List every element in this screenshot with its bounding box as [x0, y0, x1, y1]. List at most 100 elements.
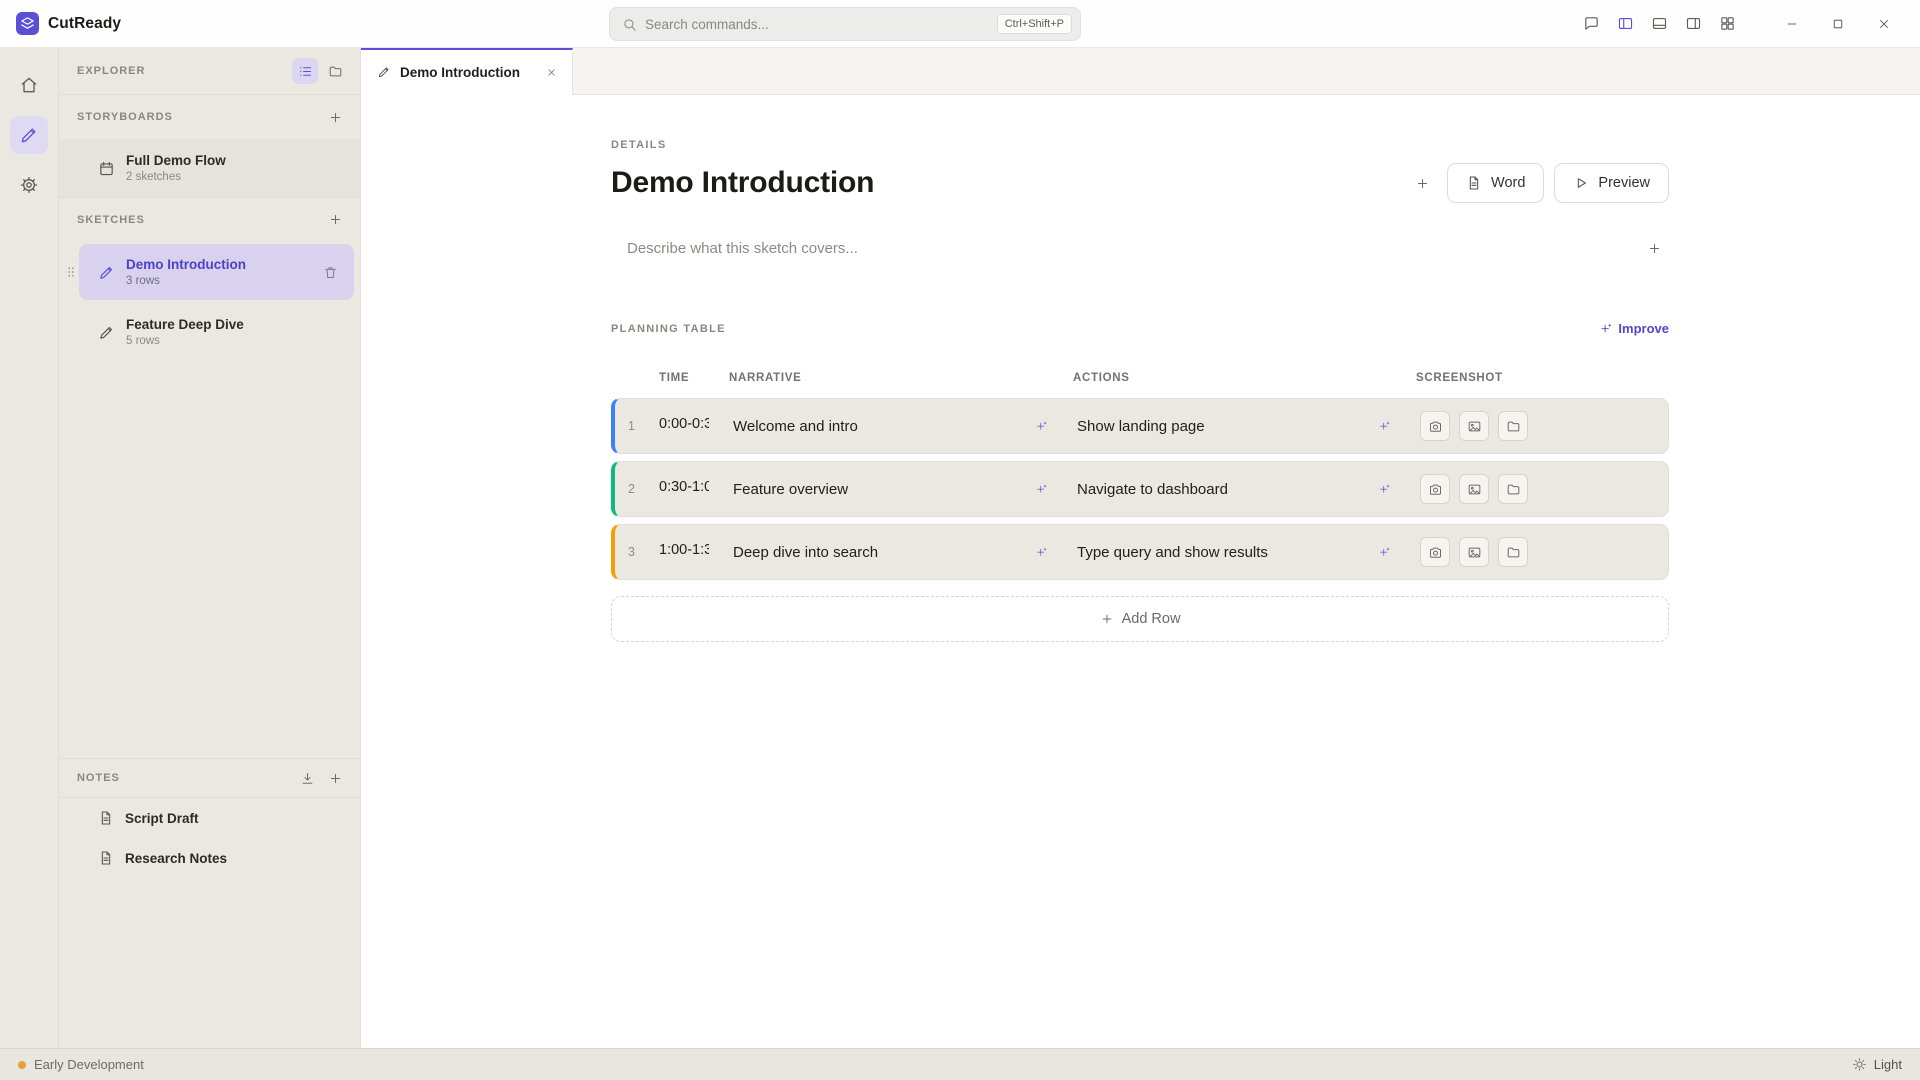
export-word-button[interactable]: Word: [1447, 163, 1544, 203]
close-icon: [546, 67, 557, 78]
ai-suggest-button[interactable]: [1374, 479, 1394, 499]
download-notes-button[interactable]: [294, 765, 320, 791]
delete-sketch-button[interactable]: [316, 258, 344, 286]
time-cell[interactable]: 0:00-0:30: [659, 416, 733, 436]
actions-cell[interactable]: Navigate to dashboard: [1077, 479, 1420, 499]
note-item[interactable]: Research Notes: [59, 838, 360, 878]
folder-icon: [1506, 482, 1521, 497]
main-panel: Demo Introduction DETAILS Demo Introduct…: [361, 48, 1920, 1048]
maximize-button[interactable]: [1818, 8, 1858, 40]
actions-cell[interactable]: Show landing page: [1077, 416, 1420, 436]
pick-image-button[interactable]: [1459, 537, 1489, 567]
column-header-time: TIME: [655, 372, 729, 384]
play-icon: [1573, 175, 1589, 191]
browse-files-button[interactable]: [1498, 474, 1528, 504]
toggle-left-panel-button[interactable]: [1610, 9, 1640, 39]
add-storyboard-button[interactable]: [322, 104, 348, 130]
document-icon: [98, 850, 114, 866]
screenshot-cell: [1420, 537, 1668, 567]
list-icon: [298, 64, 313, 79]
column-header-actions: ACTIONS: [1073, 372, 1416, 384]
page-title: Demo Introduction: [611, 166, 874, 200]
minimize-button[interactable]: [1772, 8, 1812, 40]
narrative-text: Welcome and intro: [733, 418, 858, 435]
topbar-right: [1576, 8, 1904, 40]
drag-handle-icon[interactable]: [64, 261, 78, 283]
sketch-title: Feature Deep Dive: [126, 317, 244, 332]
browse-files-button[interactable]: [1498, 411, 1528, 441]
time-cell[interactable]: 0:30-1:00: [659, 479, 733, 499]
home-icon: [19, 75, 39, 95]
rail-item-settings[interactable]: [10, 166, 48, 204]
narrative-cell[interactable]: Welcome and intro: [733, 416, 1077, 436]
toggle-bottom-panel-button[interactable]: [1644, 9, 1674, 39]
grid-icon: [1719, 15, 1736, 32]
image-icon: [1467, 419, 1482, 434]
rail-item-home[interactable]: [10, 66, 48, 104]
actions-text: Navigate to dashboard: [1077, 481, 1228, 498]
add-description-button[interactable]: [1639, 233, 1669, 263]
tab-close-button[interactable]: [540, 61, 562, 83]
sparkle-plus-icon: [1035, 420, 1048, 433]
add-sketch-button[interactable]: [322, 207, 348, 233]
widgets-button[interactable]: [1712, 9, 1742, 39]
add-note-button[interactable]: [322, 765, 348, 791]
pencil-icon: [98, 264, 115, 281]
column-header-screenshot: SCREENSHOT: [1416, 372, 1669, 384]
command-search[interactable]: Ctrl+Shift+P: [609, 7, 1081, 41]
panel-bottom-icon: [1651, 15, 1668, 32]
sun-icon: [1852, 1057, 1867, 1072]
app-title: CutReady: [48, 15, 121, 33]
list-view-button[interactable]: [292, 58, 318, 84]
ai-suggest-button[interactable]: [1031, 479, 1051, 499]
sketch-item-selected[interactable]: Demo Introduction 3 rows: [79, 244, 354, 300]
explorer-sidebar: EXPLORER STORYBOARDS Full Demo Flow 2 sk…: [59, 48, 361, 1048]
preview-button[interactable]: Preview: [1554, 163, 1669, 203]
ai-suggest-button[interactable]: [1374, 416, 1394, 436]
app-window: CutReady Ctrl+Shift+P: [0, 0, 1920, 1080]
capture-screenshot-button[interactable]: [1420, 537, 1450, 567]
pick-image-button[interactable]: [1459, 474, 1489, 504]
status-bar: Early Development Light: [0, 1048, 1920, 1080]
theme-toggle[interactable]: Light: [1852, 1057, 1902, 1072]
ai-suggest-button[interactable]: [1031, 416, 1051, 436]
tab-demo-introduction[interactable]: Demo Introduction: [361, 48, 573, 95]
folder-icon: [1506, 419, 1521, 434]
sketch-item[interactable]: Feature Deep Dive 5 rows: [59, 303, 360, 361]
time-cell[interactable]: 1:00-1:30: [659, 542, 733, 562]
plus-icon: [328, 212, 343, 227]
storyboard-title: Full Demo Flow: [126, 153, 226, 168]
close-button[interactable]: [1864, 8, 1904, 40]
ai-suggest-button[interactable]: [1374, 542, 1394, 562]
ai-suggest-button[interactable]: [1031, 542, 1051, 562]
toggle-right-panel-button[interactable]: [1678, 9, 1708, 39]
sketch-subtitle: 5 rows: [126, 335, 244, 347]
editor-content: DETAILS Demo Introduction Word Previe: [361, 95, 1920, 1048]
planning-table-label: PLANNING TABLE: [611, 323, 726, 335]
rail-item-sketches[interactable]: [10, 116, 48, 154]
search-icon: [622, 17, 637, 32]
explorer-header: EXPLORER: [59, 48, 360, 95]
add-row-button[interactable]: Add Row: [611, 596, 1669, 642]
sparkle-plus-icon: [1035, 483, 1048, 496]
capture-screenshot-button[interactable]: [1420, 411, 1450, 441]
storyboard-item[interactable]: Full Demo Flow 2 sketches: [59, 139, 360, 197]
description-field[interactable]: Describe what this sketch covers...: [627, 240, 858, 257]
column-header-narrative: NARRATIVE: [729, 372, 1073, 384]
table-row: 1 0:00-0:30 Welcome and intro Show landi…: [611, 398, 1669, 454]
improve-button[interactable]: Improve: [1599, 321, 1669, 336]
capture-screenshot-button[interactable]: [1420, 474, 1450, 504]
browse-files-button[interactable]: [1498, 537, 1528, 567]
folder-view-button[interactable]: [322, 58, 348, 84]
narrative-cell[interactable]: Deep dive into search: [733, 542, 1077, 562]
add-detail-button[interactable]: [1407, 168, 1437, 198]
narrative-cell[interactable]: Feature overview: [733, 479, 1077, 499]
note-item[interactable]: Script Draft: [59, 798, 360, 838]
maximize-icon: [1831, 17, 1845, 31]
narrative-text: Feature overview: [733, 481, 848, 498]
pick-image-button[interactable]: [1459, 411, 1489, 441]
search-input[interactable]: [645, 17, 989, 32]
chat-icon: [1583, 15, 1600, 32]
comments-button[interactable]: [1576, 9, 1606, 39]
actions-cell[interactable]: Type query and show results: [1077, 542, 1420, 562]
